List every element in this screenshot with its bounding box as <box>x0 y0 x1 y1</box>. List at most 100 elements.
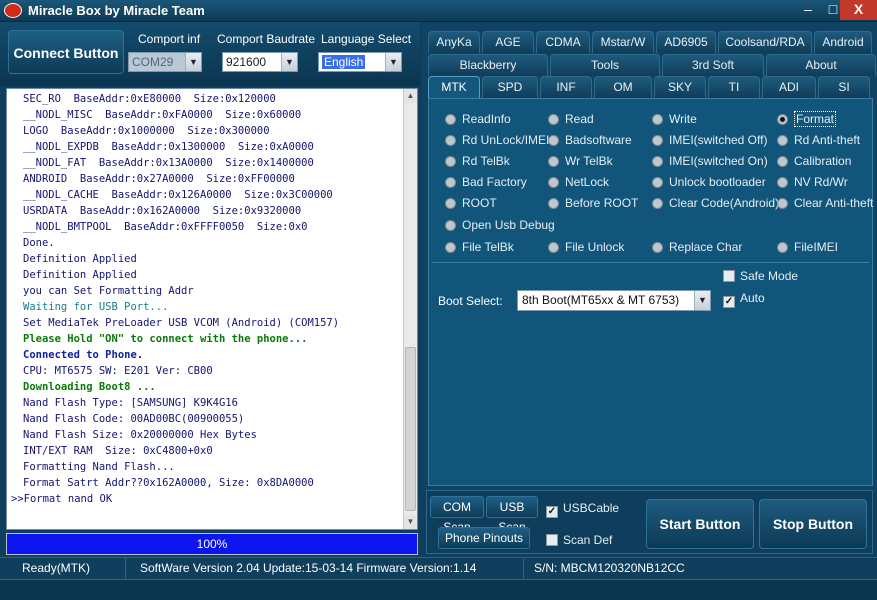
comport-select[interactable]: COM29 ▼ <box>128 52 202 72</box>
radio-icon[interactable] <box>777 242 788 253</box>
tab-anyka[interactable]: AnyKa <box>428 31 480 53</box>
radio-icon[interactable] <box>548 135 559 146</box>
tab-si[interactable]: SI <box>818 76 870 98</box>
radio-icon[interactable] <box>652 135 663 146</box>
log-scrollbar[interactable]: ▲ ▼ <box>403 89 417 529</box>
chevron-down-icon[interactable]: ▼ <box>185 53 201 71</box>
comport-label: Comport inf <box>138 32 201 46</box>
radio-icon[interactable] <box>548 242 559 253</box>
close-button[interactable]: X <box>840 0 877 20</box>
radio-icon[interactable] <box>548 114 559 125</box>
option-calibration[interactable]: Calibration <box>777 154 851 168</box>
option-fileimei[interactable]: FileIMEI <box>777 240 838 254</box>
option-root[interactable]: ROOT <box>445 196 497 210</box>
option-before-root[interactable]: Before ROOT <box>548 196 638 210</box>
option-rd-telbk[interactable]: Rd TelBk <box>445 154 510 168</box>
option-unlock-bootloader[interactable]: Unlock bootloader <box>652 175 766 189</box>
radio-icon[interactable] <box>652 198 663 209</box>
option-replace-char[interactable]: Replace Char <box>652 240 742 254</box>
checkbox-icon[interactable]: ✓ <box>546 506 558 518</box>
auto-checkbox[interactable]: ✓ Auto <box>723 291 765 308</box>
option-format[interactable]: Format <box>777 111 837 127</box>
chevron-down-icon[interactable]: ▼ <box>694 291 710 310</box>
option-clear-code-android[interactable]: Clear Code(Android) <box>652 196 779 210</box>
radio-icon[interactable] <box>548 177 559 188</box>
log-line: Connected to Phone. <box>23 349 144 361</box>
tab-ad6905[interactable]: AD6905 <box>656 31 716 53</box>
minimize-button[interactable]: – <box>795 0 821 20</box>
chevron-down-icon[interactable]: ▼ <box>281 53 297 71</box>
connect-button[interactable]: Connect Button <box>8 30 124 74</box>
radio-icon[interactable] <box>652 114 663 125</box>
radio-icon[interactable] <box>777 177 788 188</box>
tab-3rd-soft[interactable]: 3rd Soft <box>662 54 764 76</box>
option-rd-unlock-imei[interactable]: Rd UnLock/IMEI <box>445 133 549 147</box>
chevron-down-icon[interactable]: ▼ <box>385 53 401 71</box>
tab-blackberry[interactable]: Blackberry <box>428 54 548 76</box>
tab-tools[interactable]: Tools <box>550 54 660 76</box>
radio-icon[interactable] <box>777 198 788 209</box>
checkbox-icon[interactable]: ✓ <box>723 296 735 308</box>
boot-select[interactable]: 8th Boot(MT65xx & MT 6753) ▼ <box>517 290 711 311</box>
radio-icon[interactable] <box>652 156 663 167</box>
tab-cdma[interactable]: CDMA <box>536 31 590 53</box>
log-panel[interactable]: SEC_RO BaseAddr:0xE80000 Size:0x120000 __… <box>6 88 418 530</box>
radio-icon[interactable] <box>652 242 663 253</box>
language-select[interactable]: English ▼ <box>318 52 402 72</box>
option-clear-anti-theft[interactable]: Clear Anti-theft <box>777 196 873 210</box>
radio-icon[interactable] <box>445 135 456 146</box>
start-button[interactable]: Start Button <box>646 499 754 549</box>
stop-button[interactable]: Stop Button <box>759 499 867 549</box>
tab-om[interactable]: OM <box>594 76 652 98</box>
radio-icon[interactable] <box>652 177 663 188</box>
radio-icon[interactable] <box>777 156 788 167</box>
scroll-thumb[interactable] <box>405 347 416 511</box>
tab-android[interactable]: Android <box>814 31 872 53</box>
tab-age[interactable]: AGE <box>482 31 534 53</box>
option-read[interactable]: Read <box>548 112 594 126</box>
tab-mstar-w[interactable]: Mstar/W <box>592 31 654 53</box>
baudrate-select[interactable]: 921600 ▼ <box>222 52 298 72</box>
scroll-up-icon[interactable]: ▲ <box>404 89 417 103</box>
checkbox-icon[interactable] <box>546 534 558 546</box>
radio-icon[interactable] <box>445 220 456 231</box>
radio-icon[interactable] <box>445 242 456 253</box>
tab-inf[interactable]: INF <box>540 76 592 98</box>
tab-ti[interactable]: TI <box>708 76 760 98</box>
scroll-down-icon[interactable]: ▼ <box>404 515 417 529</box>
radio-icon[interactable] <box>445 198 456 209</box>
radio-icon[interactable] <box>445 156 456 167</box>
option-readinfo[interactable]: ReadInfo <box>445 112 511 126</box>
option-write[interactable]: Write <box>652 112 697 126</box>
option-imei-switched-on[interactable]: IMEI(switched On) <box>652 154 768 168</box>
option-open-usb-debug[interactable]: Open Usb Debug <box>445 218 555 232</box>
option-imei-switched-off[interactable]: IMEI(switched Off) <box>652 133 767 147</box>
radio-icon[interactable] <box>777 114 788 125</box>
radio-icon[interactable] <box>445 177 456 188</box>
option-bad-factory[interactable]: Bad Factory <box>445 175 527 189</box>
tab-coolsand-rda[interactable]: Coolsand/RDA <box>718 31 812 53</box>
radio-icon[interactable] <box>445 114 456 125</box>
tab-adi[interactable]: ADI <box>762 76 816 98</box>
checkbox-icon[interactable] <box>723 270 735 282</box>
option-file-telbk[interactable]: File TelBk <box>445 240 514 254</box>
tab-about[interactable]: About <box>766 54 876 76</box>
option-wr-telbk[interactable]: Wr TelBk <box>548 154 613 168</box>
option-file-unlock[interactable]: File Unlock <box>548 240 624 254</box>
radio-icon[interactable] <box>548 156 559 167</box>
safe-mode-checkbox[interactable]: Safe Mode <box>723 269 798 283</box>
tab-spd[interactable]: SPD <box>482 76 538 98</box>
radio-icon[interactable] <box>548 198 559 209</box>
tab-mtk[interactable]: MTK <box>428 76 480 98</box>
option-rd-anti-theft[interactable]: Rd Anti-theft <box>777 133 860 147</box>
scan-def-checkbox[interactable]: Scan Def <box>546 533 612 547</box>
option-netlock[interactable]: NetLock <box>548 175 609 189</box>
option-nv-rd-wr[interactable]: NV Rd/Wr <box>777 175 848 189</box>
com-scan-button[interactable]: COM Scan <box>430 496 484 534</box>
usbcable-checkbox[interactable]: ✓ USBCable <box>546 501 619 518</box>
usb-scan-button[interactable]: USB Scan <box>486 496 538 534</box>
radio-icon[interactable] <box>777 135 788 146</box>
phone-pinouts-button[interactable]: Phone Pinouts <box>438 527 530 549</box>
tab-sky[interactable]: SKY <box>654 76 706 98</box>
option-badsoftware[interactable]: Badsoftware <box>548 133 632 147</box>
